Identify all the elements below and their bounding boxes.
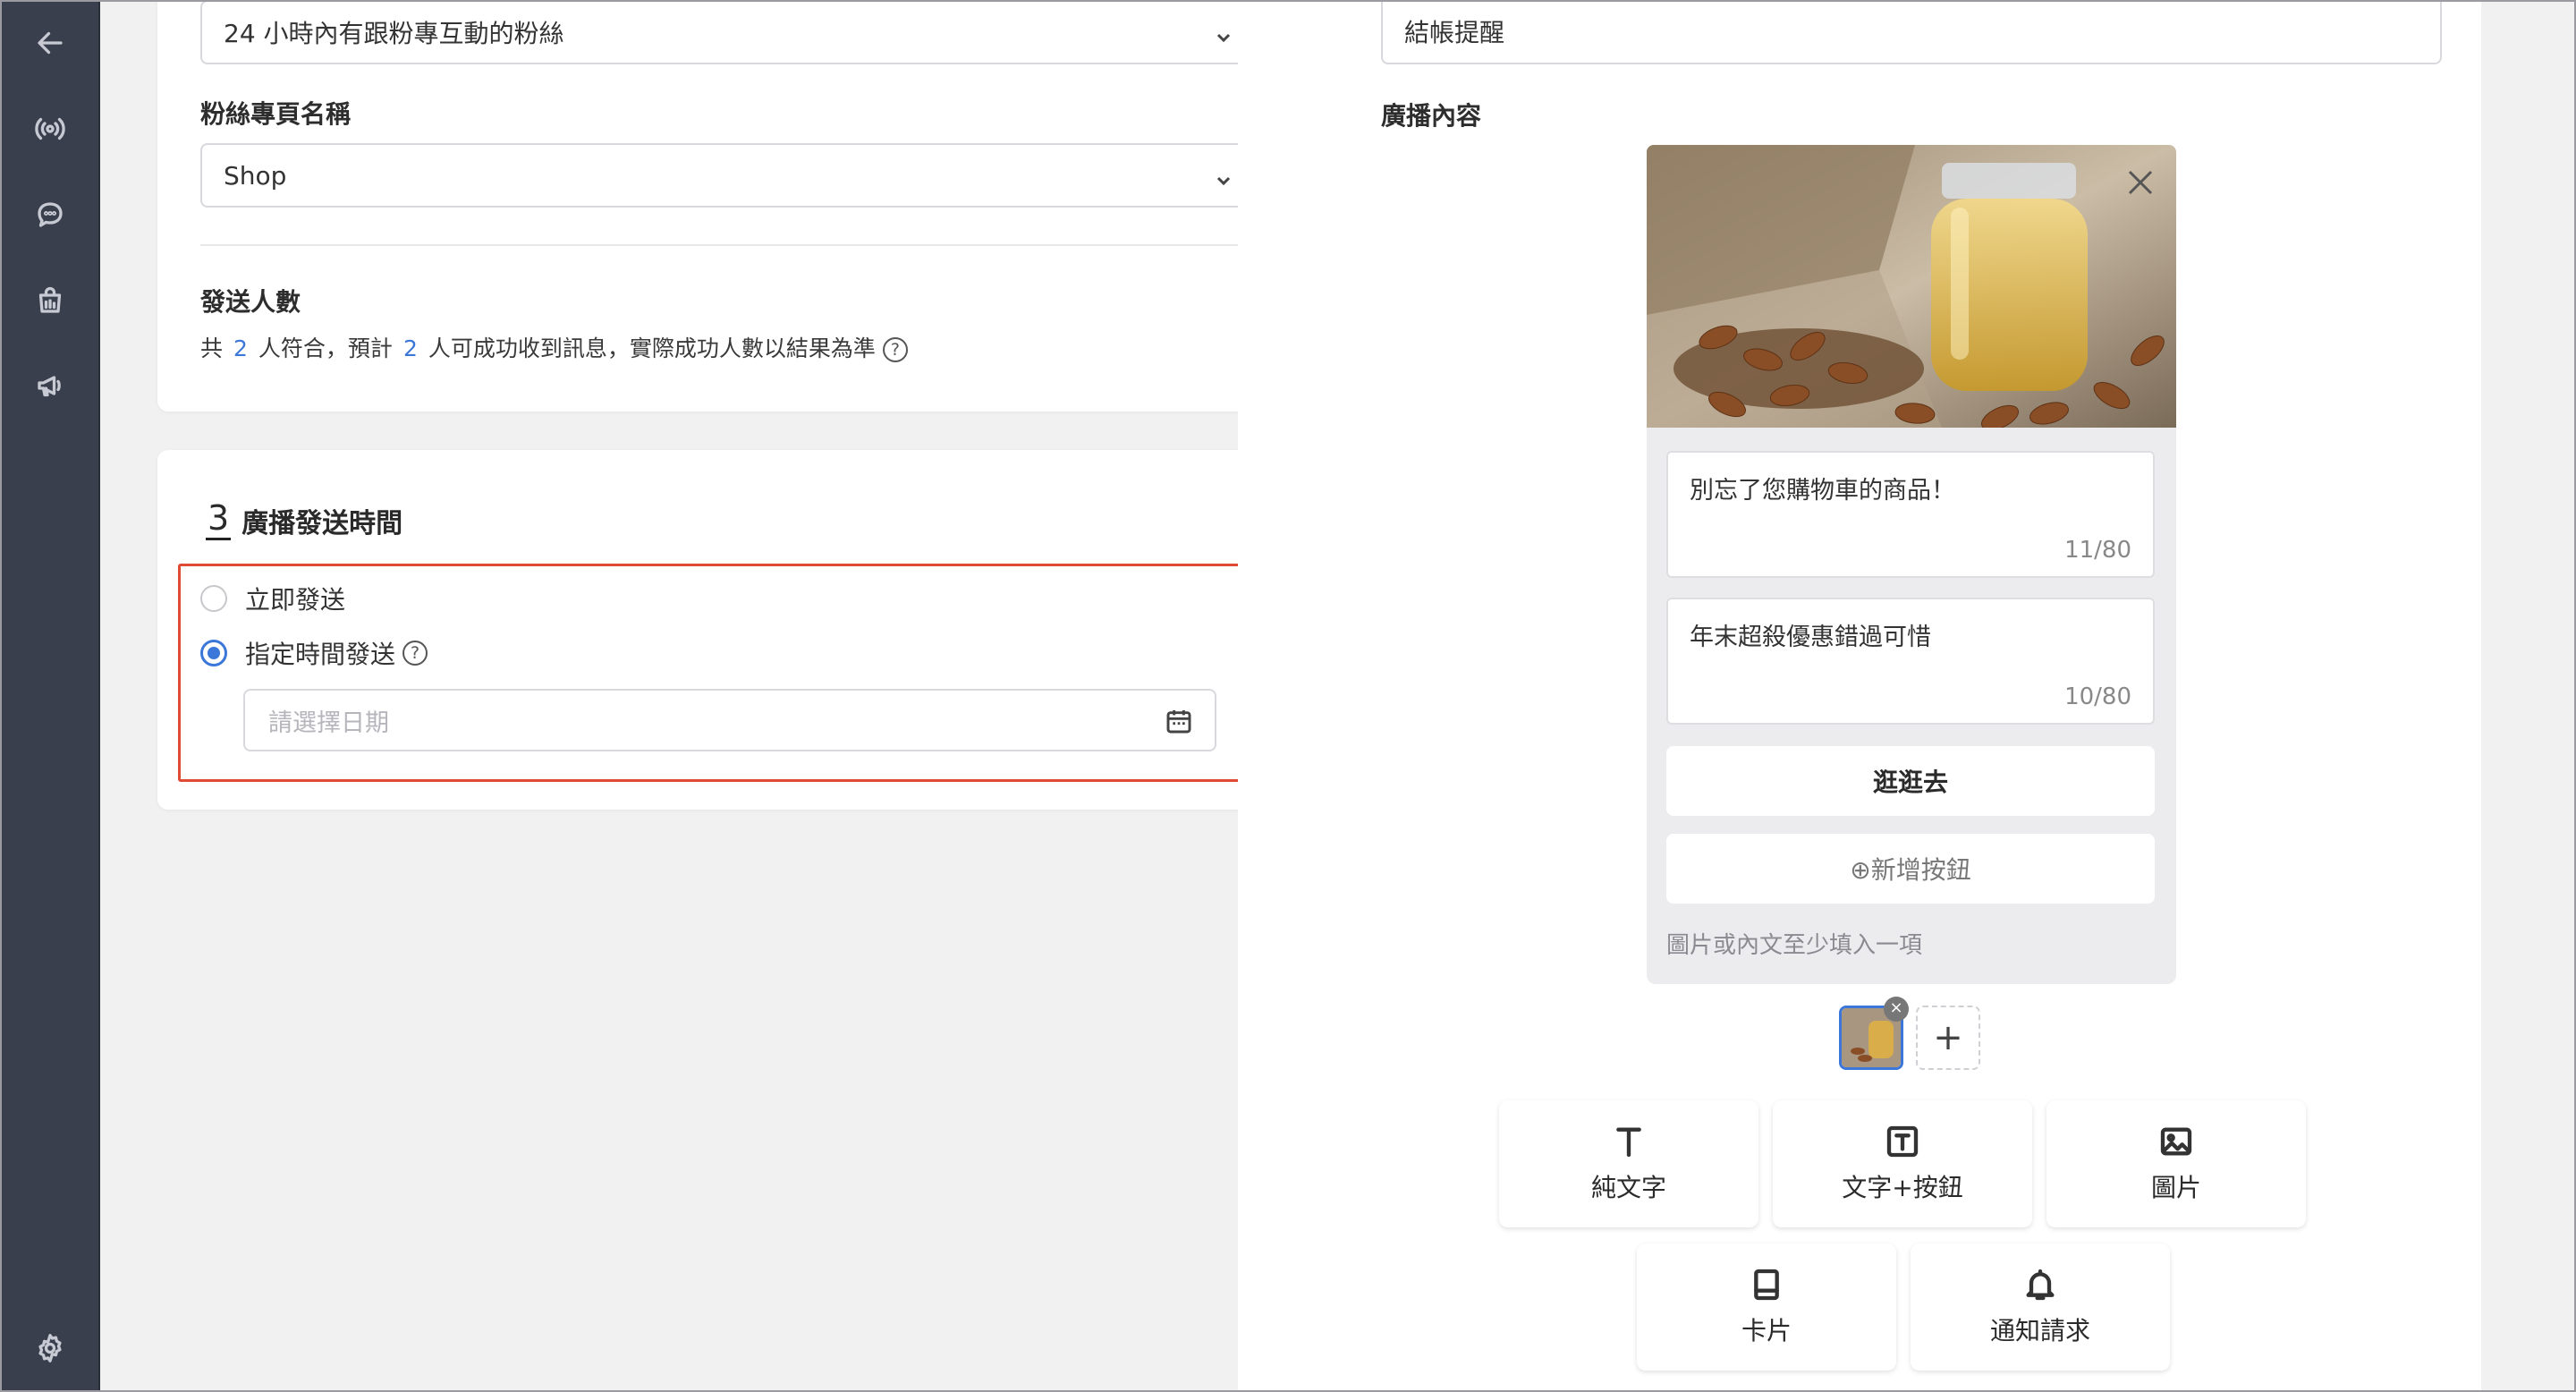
text-button-icon xyxy=(1886,1125,1919,1158)
settings-gear-icon[interactable] xyxy=(28,1326,72,1371)
count-prefix: 共 xyxy=(200,335,224,361)
page-name-value: Shop xyxy=(224,160,287,191)
calendar-icon[interactable] xyxy=(1165,707,1193,735)
radio-scheduled[interactable]: 指定時間發送 ? xyxy=(200,635,428,671)
type-text-label: 純文字 xyxy=(1590,1173,1666,1202)
subtitle-input[interactable]: 年末超殺優惠錯過可惜 10/80 xyxy=(1666,598,2155,725)
card-icon xyxy=(1754,1269,1779,1301)
audience-target-value: 24 小時內有跟粉專互動的粉絲 xyxy=(224,19,564,48)
broadcast-icon[interactable] xyxy=(28,106,72,151)
type-text-button-button[interactable]: 文字+按鈕 xyxy=(1773,1100,2032,1227)
step-title-text: 廣播發送時間 xyxy=(242,508,403,539)
remove-thumbnail-icon[interactable]: × xyxy=(1884,997,1909,1022)
broadcast-name-input[interactable]: 結帳提醒 xyxy=(1381,0,2442,64)
page-name-label: 粉絲專頁名稱 xyxy=(200,99,352,129)
right-gutter xyxy=(2481,0,2576,1392)
count-expected: 2 xyxy=(402,335,418,361)
shop-now-button[interactable]: 逛逛去 xyxy=(1666,746,2155,816)
back-arrow-icon[interactable] xyxy=(28,21,72,65)
divider xyxy=(200,244,1261,246)
count-total: 2 xyxy=(233,335,248,361)
title-input[interactable]: 別忘了您購物車的商品！ 11/80 xyxy=(1666,451,2155,578)
type-text-button-label: 文字+按鈕 xyxy=(1842,1173,1963,1202)
text-icon xyxy=(1616,1127,1641,1158)
content-hint: 圖片或內文至少填入一項 xyxy=(1666,932,1923,959)
help-icon[interactable]: ? xyxy=(402,641,428,666)
content-label: 廣播內容 xyxy=(1381,101,1482,131)
type-text-button[interactable]: 純文字 xyxy=(1499,1100,1758,1227)
audience-card: 24 小時內有跟粉專互動的粉絲 粉絲專頁名稱 Shop 發送人數 共 2 人符合，預… xyxy=(157,0,1304,412)
title-text: 別忘了您購物車的商品！ xyxy=(1690,477,1955,505)
radio-circle-checked[interactable] xyxy=(200,640,227,666)
radio-immediate[interactable]: 立即發送 xyxy=(200,581,345,616)
add-message-button[interactable]: + xyxy=(1916,1006,1980,1070)
send-count-text: 共 2 人符合，預計 2 人可成功收到訊息，實際成功人數以結果為準? xyxy=(200,331,908,363)
date-picker-input[interactable]: 請選擇日期 xyxy=(243,689,1216,751)
app-window: 24 小時內有跟粉專互動的粉絲 粉絲專頁名稱 Shop 發送人數 共 2 人符合，預… xyxy=(0,0,2576,1392)
count-suffix: 人可成功收到訊息，實際成功人數以結果為準 xyxy=(428,335,876,361)
type-card-label: 卡片 xyxy=(1741,1316,1792,1345)
broadcast-editor-panel: 結帳提醒 廣播內容 別忘了您購物車的商品！ 11/80 年末超殺優惠錯過可惜 1… xyxy=(1238,0,2481,1392)
radio-scheduled-label: 指定時間發送 xyxy=(245,640,396,669)
type-image-button[interactable]: 圖片 xyxy=(2046,1100,2306,1227)
bell-icon xyxy=(2026,1269,2055,1301)
radio-immediate-label: 立即發送 xyxy=(245,585,346,615)
schedule-card: 3 廣播發送時間 立即發送 指定時間發送 ? 請選擇日期 xyxy=(157,450,1304,810)
megaphone-icon[interactable] xyxy=(28,363,72,408)
audience-target-select[interactable]: 24 小時內有跟粉專互動的粉絲 xyxy=(200,0,1261,64)
page-name-select[interactable]: Shop xyxy=(200,143,1261,208)
send-count-label: 發送人數 xyxy=(200,287,301,317)
type-notification-button[interactable]: 通知請求 xyxy=(1911,1243,2170,1371)
type-card-button[interactable]: 卡片 xyxy=(1637,1243,1896,1371)
chevron-down-icon xyxy=(1215,23,1233,43)
sidebar xyxy=(0,0,100,1392)
type-notification-label: 通知請求 xyxy=(1989,1316,2090,1345)
date-placeholder: 請選擇日期 xyxy=(268,709,389,737)
subtitle-text: 年末超殺優惠錯過可惜 xyxy=(1690,624,1931,651)
almond-oil-photo xyxy=(1647,145,2176,428)
type-image-label: 圖片 xyxy=(2150,1173,2201,1202)
help-icon[interactable]: ? xyxy=(882,337,908,362)
title-char-count: 11/80 xyxy=(2064,537,2131,564)
chat-icon[interactable] xyxy=(28,192,72,237)
preview-image[interactable] xyxy=(1647,145,2176,428)
chevron-down-icon xyxy=(1215,166,1233,186)
message-preview: 別忘了您購物車的商品！ 11/80 年末超殺優惠錯過可惜 10/80 逛逛去 ⊕… xyxy=(1647,145,2176,984)
radio-circle[interactable] xyxy=(200,585,227,612)
close-icon[interactable] xyxy=(2123,165,2158,200)
step-number: 3 xyxy=(206,498,232,540)
image-icon xyxy=(2160,1127,2192,1156)
broadcast-name-value: 結帳提醒 xyxy=(1404,18,1505,47)
shop-bag-icon[interactable] xyxy=(28,278,72,323)
step-title: 3 廣播發送時間 xyxy=(206,498,402,540)
add-button[interactable]: ⊕新增按鈕 xyxy=(1666,834,2155,904)
subtitle-char-count: 10/80 xyxy=(2064,683,2131,710)
count-mid: 人符合，預計 xyxy=(258,335,393,361)
